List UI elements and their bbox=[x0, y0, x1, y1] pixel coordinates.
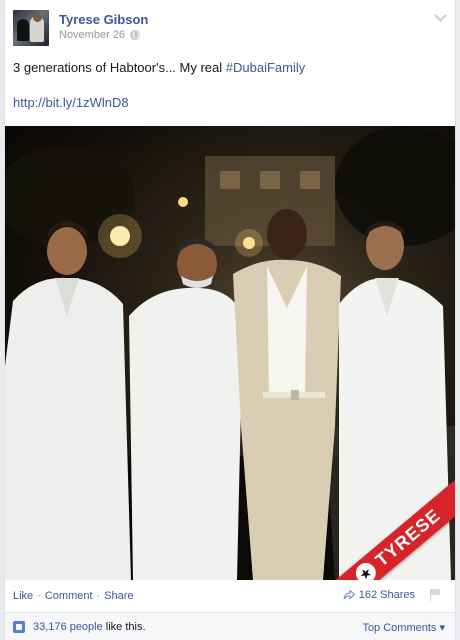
post-link[interactable]: http://bit.ly/1zWlnD8 bbox=[13, 95, 129, 110]
comment-button[interactable]: Comment bbox=[45, 590, 93, 602]
separator: · bbox=[96, 590, 101, 602]
message-text: 3 generations of Habtoor's... My real bbox=[13, 60, 226, 75]
chevron-down-icon[interactable] bbox=[433, 10, 447, 24]
like-count-link[interactable]: 33,176 people bbox=[33, 621, 103, 633]
avatar-head bbox=[33, 13, 42, 22]
avatar-figure bbox=[17, 19, 29, 41]
star-icon: ★ bbox=[351, 558, 380, 580]
post-date[interactable]: November 26 bbox=[59, 29, 125, 41]
shares-count[interactable]: 162 Shares bbox=[343, 589, 415, 601]
like-button[interactable]: Like bbox=[13, 590, 33, 602]
like-count-suffix: like this. bbox=[102, 621, 146, 633]
post-photo[interactable]: ★ TYRESE bbox=[5, 126, 455, 580]
hashtag-link[interactable]: #DubaiFamily bbox=[226, 60, 305, 75]
post-message: 3 generations of Habtoor's... My real #D… bbox=[13, 60, 447, 76]
globe-icon bbox=[130, 30, 141, 40]
separator: · bbox=[37, 590, 41, 602]
post-header: Tyrese Gibson November 26 bbox=[13, 8, 447, 48]
like-thumb-icon[interactable] bbox=[13, 621, 25, 633]
like-count: 33,176 people like this. bbox=[33, 621, 146, 633]
top-comments-dropdown[interactable]: Top Comments ▾ bbox=[362, 621, 445, 634]
flag-icon[interactable] bbox=[429, 589, 441, 601]
share-button[interactable]: Share bbox=[104, 590, 133, 602]
post-card: Tyrese Gibson November 26 3 generations … bbox=[4, 0, 456, 640]
photo-scene bbox=[5, 126, 455, 580]
shares-label: 162 Shares bbox=[358, 589, 415, 601]
share-arrow-icon bbox=[343, 590, 355, 600]
post-meta: November 26 bbox=[59, 29, 141, 41]
post-actions: Like · Comment · Share bbox=[13, 590, 134, 602]
like-summary-bar: 33,176 people like this. Top Comments ▾ bbox=[5, 612, 455, 640]
author-name[interactable]: Tyrese Gibson bbox=[59, 12, 148, 27]
author-avatar[interactable] bbox=[13, 10, 49, 46]
